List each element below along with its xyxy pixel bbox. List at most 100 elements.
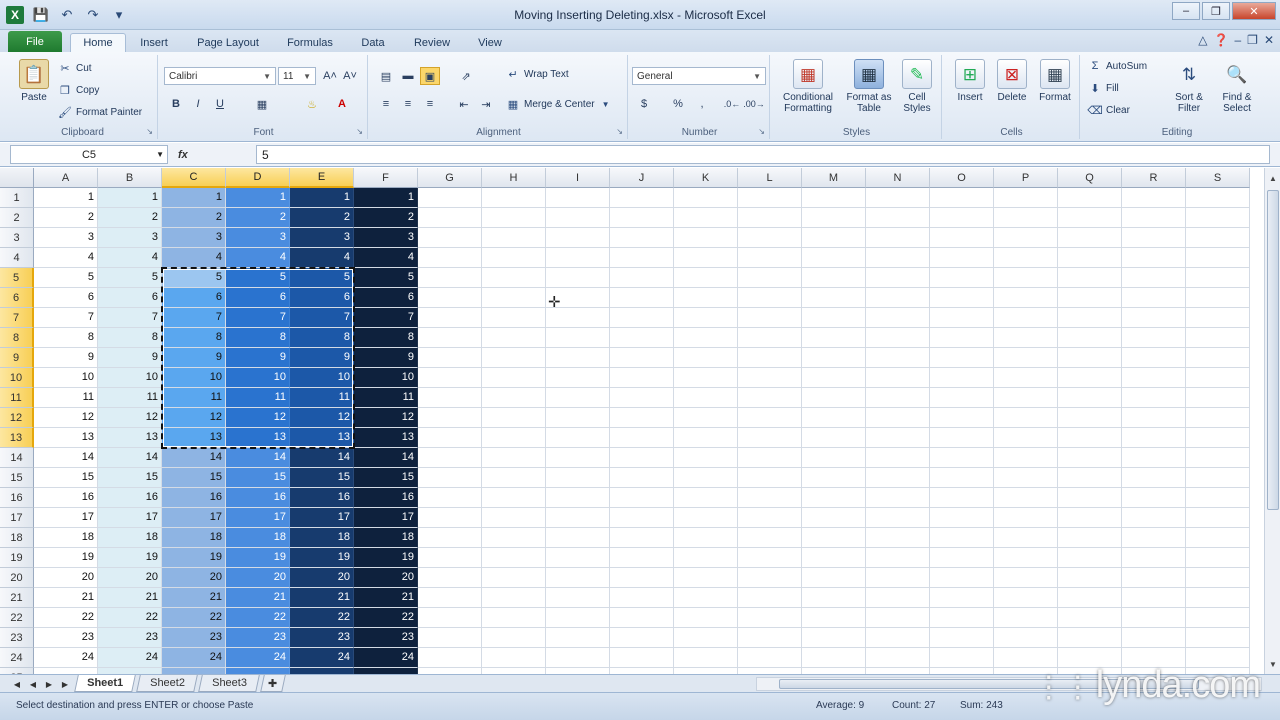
cell-e12[interactable]: 12	[290, 408, 354, 428]
cell-r22[interactable]	[1122, 608, 1186, 628]
cell-n20[interactable]	[866, 568, 930, 588]
cell-q10[interactable]	[1058, 368, 1122, 388]
tab-view[interactable]: View	[468, 33, 512, 52]
format-cells-button[interactable]: ▦ Format	[1034, 59, 1076, 103]
row-header-4[interactable]: 4	[0, 248, 34, 268]
bold-icon[interactable]: B	[166, 95, 186, 113]
cell-o23[interactable]	[930, 628, 994, 648]
cell-b22[interactable]: 22	[98, 608, 162, 628]
cell-j2[interactable]	[610, 208, 674, 228]
cell-p2[interactable]	[994, 208, 1058, 228]
cell-d19[interactable]: 19	[226, 548, 290, 568]
cell-b11[interactable]: 11	[98, 388, 162, 408]
italic-icon[interactable]: I	[188, 95, 208, 113]
cell-s5[interactable]	[1186, 268, 1250, 288]
cell-m2[interactable]	[802, 208, 866, 228]
cell-e13[interactable]: 13	[290, 428, 354, 448]
cell-o19[interactable]	[930, 548, 994, 568]
cell-h20[interactable]	[482, 568, 546, 588]
cell-p11[interactable]	[994, 388, 1058, 408]
cell-f16[interactable]: 16	[354, 488, 418, 508]
cell-n15[interactable]	[866, 468, 930, 488]
cell-n9[interactable]	[866, 348, 930, 368]
cell-n13[interactable]	[866, 428, 930, 448]
cell-c7[interactable]: 7	[162, 308, 226, 328]
cell-p1[interactable]	[994, 188, 1058, 208]
orientation-icon[interactable]: ⇗	[456, 67, 476, 85]
cell-l4[interactable]	[738, 248, 802, 268]
cell-a12[interactable]: 12	[34, 408, 98, 428]
cell-o9[interactable]	[930, 348, 994, 368]
row-header-19[interactable]: 19	[0, 548, 34, 568]
cell-l9[interactable]	[738, 348, 802, 368]
cell-r10[interactable]	[1122, 368, 1186, 388]
cell-l3[interactable]	[738, 228, 802, 248]
function-wizard-icon[interactable]: fx	[178, 149, 188, 161]
cell-a15[interactable]: 15	[34, 468, 98, 488]
tab-page-layout[interactable]: Page Layout	[186, 33, 270, 52]
cell-c17[interactable]: 17	[162, 508, 226, 528]
cell-s10[interactable]	[1186, 368, 1250, 388]
cell-h14[interactable]	[482, 448, 546, 468]
cell-k3[interactable]	[674, 228, 738, 248]
cell-q9[interactable]	[1058, 348, 1122, 368]
cell-p4[interactable]	[994, 248, 1058, 268]
cell-a2[interactable]: 2	[34, 208, 98, 228]
cell-r18[interactable]	[1122, 528, 1186, 548]
cell-p14[interactable]	[994, 448, 1058, 468]
cell-e20[interactable]: 20	[290, 568, 354, 588]
cell-m23[interactable]	[802, 628, 866, 648]
cell-b17[interactable]: 17	[98, 508, 162, 528]
cell-g11[interactable]	[418, 388, 482, 408]
cell-b16[interactable]: 16	[98, 488, 162, 508]
cell-c14[interactable]: 14	[162, 448, 226, 468]
cell-g14[interactable]	[418, 448, 482, 468]
cell-j24[interactable]	[610, 648, 674, 668]
prev-sheet-icon[interactable]: ◀	[28, 677, 38, 691]
cell-h8[interactable]	[482, 328, 546, 348]
cell-h13[interactable]	[482, 428, 546, 448]
cell-f13[interactable]: 13	[354, 428, 418, 448]
cell-r5[interactable]	[1122, 268, 1186, 288]
currency-icon[interactable]: $	[634, 95, 654, 113]
font-launcher-icon[interactable]: ↘	[356, 127, 363, 136]
cell-o1[interactable]	[930, 188, 994, 208]
increase-decimal-icon[interactable]: .0←	[722, 95, 742, 113]
cell-k11[interactable]	[674, 388, 738, 408]
last-sheet-icon[interactable]: ▶	[60, 677, 70, 691]
cell-q16[interactable]	[1058, 488, 1122, 508]
cell-c21[interactable]: 21	[162, 588, 226, 608]
cell-d18[interactable]: 18	[226, 528, 290, 548]
cell-f22[interactable]: 22	[354, 608, 418, 628]
cell-s23[interactable]	[1186, 628, 1250, 648]
cell-l17[interactable]	[738, 508, 802, 528]
cell-o11[interactable]	[930, 388, 994, 408]
cell-m8[interactable]	[802, 328, 866, 348]
cell-g8[interactable]	[418, 328, 482, 348]
cell-r8[interactable]	[1122, 328, 1186, 348]
cell-b3[interactable]: 3	[98, 228, 162, 248]
cell-f6[interactable]: 6	[354, 288, 418, 308]
cell-m1[interactable]	[802, 188, 866, 208]
cell-j21[interactable]	[610, 588, 674, 608]
cell-f1[interactable]: 1	[354, 188, 418, 208]
cell-n16[interactable]	[866, 488, 930, 508]
row-header-17[interactable]: 17	[0, 508, 34, 528]
cell-s18[interactable]	[1186, 528, 1250, 548]
cell-r15[interactable]	[1122, 468, 1186, 488]
cell-s13[interactable]	[1186, 428, 1250, 448]
comma-style-icon[interactable]: ,	[692, 95, 712, 113]
cell-l5[interactable]	[738, 268, 802, 288]
cell-c20[interactable]: 20	[162, 568, 226, 588]
cell-o2[interactable]	[930, 208, 994, 228]
cell-f21[interactable]: 21	[354, 588, 418, 608]
cell-l24[interactable]	[738, 648, 802, 668]
cell-e15[interactable]: 15	[290, 468, 354, 488]
cell-b13[interactable]: 13	[98, 428, 162, 448]
cell-b1[interactable]: 1	[98, 188, 162, 208]
cell-j19[interactable]	[610, 548, 674, 568]
cell-r19[interactable]	[1122, 548, 1186, 568]
cell-g5[interactable]	[418, 268, 482, 288]
cell-p8[interactable]	[994, 328, 1058, 348]
row-header-3[interactable]: 3	[0, 228, 34, 248]
